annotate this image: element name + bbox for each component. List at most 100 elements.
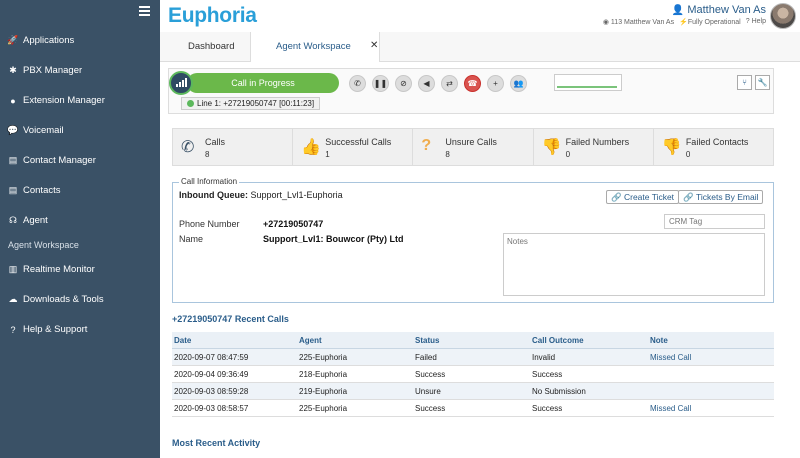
cell-outcome: Invalid xyxy=(532,353,556,362)
cell-note: Missed Call xyxy=(650,353,692,362)
stat-value: 8 xyxy=(205,150,210,159)
sidebar-subitem-agent-workspace[interactable]: Agent Workspace xyxy=(8,240,79,250)
wrench-icon: 🔧 xyxy=(757,78,768,87)
user-menu[interactable]: 👤 Matthew Van As xyxy=(672,4,766,16)
cell-outcome: Success xyxy=(532,404,563,413)
hangup-icon: ☎ xyxy=(467,79,478,88)
dialpad-button[interactable]: ⑂ xyxy=(737,75,752,90)
sidebar: 🚀 Applications ✱ PBX Manager ● Extension… xyxy=(0,0,160,458)
cell-status: Failed xyxy=(415,353,437,362)
call-information-panel: Call Information Inbound Queue: Support_… xyxy=(172,177,774,303)
sidebar-item-pbx-manager[interactable]: ✱ PBX Manager xyxy=(8,65,82,76)
link-icon: 🔗 xyxy=(611,191,622,202)
crm-tag-input[interactable]: CRM Tag xyxy=(664,214,765,229)
cell-date: 2020-09-04 09:36:49 xyxy=(174,370,249,379)
column-header[interactable]: Agent xyxy=(299,336,322,345)
top-header: Euphoria 👤 Matthew Van As ◉ 113 Matthew … xyxy=(160,0,800,32)
rocket-icon: 🚀 xyxy=(7,35,19,45)
phone-number-value: +27219050747 xyxy=(263,219,324,229)
sidebar-item-agent[interactable]: ☊ Agent xyxy=(8,215,48,226)
sidebar-item-label: Realtime Monitor xyxy=(23,264,95,275)
cell-status: Success xyxy=(415,404,446,413)
euphoria-logo[interactable]: Euphoria xyxy=(168,4,257,28)
sidebar-item-help-support[interactable]: ? Help & Support xyxy=(8,324,87,335)
phone-icon: ✆ xyxy=(181,139,195,156)
stat-label: Calls xyxy=(205,137,226,147)
settings-button[interactable]: 🔧 xyxy=(755,75,770,90)
column-header[interactable]: Note xyxy=(650,336,668,345)
sidebar-item-label: Downloads & Tools xyxy=(23,294,104,305)
cell-date: 2020-09-03 08:59:28 xyxy=(174,387,249,396)
account-icon: ◉ xyxy=(602,19,609,26)
cell-outcome: No Submission xyxy=(532,387,586,396)
sidebar-item-label: Extension Manager xyxy=(23,95,105,106)
close-tab-icon[interactable]: ✕ xyxy=(370,40,378,51)
cell-agent: 225-Euphoria xyxy=(299,353,348,362)
stat-successful-calls: 👍 Successful Calls 1 xyxy=(293,129,414,165)
sidebar-item-extension-manager[interactable]: ● Extension Manager xyxy=(8,95,105,106)
help-icon: ? xyxy=(745,18,750,25)
cell-agent: 225-Euphoria xyxy=(299,404,348,413)
call-control-bar: Call in Progress ✆ ❚❚ ⊘ ◀ ⇄ ☎ + 👥 ⑂ 🔧 Li… xyxy=(168,68,774,114)
branch-icon: ⑂ xyxy=(742,78,747,87)
help-link[interactable]: ? Help xyxy=(746,18,766,26)
table-row[interactable]: 2020-09-03 08:59:28 219-Euphoria Unsure … xyxy=(172,383,774,400)
table-row[interactable]: 2020-09-04 09:36:49 218-Euphoria Success… xyxy=(172,366,774,383)
sidebar-item-voicemail[interactable]: 💬 Voicemail xyxy=(7,125,63,136)
stat-failed-numbers: 👎 Failed Numbers 0 xyxy=(534,129,654,165)
phone-icon: ✆ xyxy=(354,79,361,88)
add-call-button[interactable]: + xyxy=(487,75,504,92)
account-info: ◉ 113 Matthew Van As xyxy=(603,18,674,26)
most-recent-activity-title: Most Recent Activity xyxy=(172,438,261,448)
user-name-label: Matthew Van As xyxy=(687,4,766,16)
mute-button[interactable]: ⊘ xyxy=(395,75,412,92)
table-row[interactable]: 2020-09-03 08:58:57 225-Euphoria Success… xyxy=(172,400,774,417)
sidebar-item-downloads-tools[interactable]: ☁ Downloads & Tools xyxy=(8,294,104,305)
transfer-button[interactable]: ⇄ xyxy=(441,75,458,92)
cell-status: Unsure xyxy=(415,387,441,396)
column-header[interactable]: Call Outcome xyxy=(532,336,584,345)
queue-value: Support_Lvl1-Euphoria xyxy=(250,190,343,200)
cell-outcome: Success xyxy=(532,370,563,379)
phone-number-label: Phone Number xyxy=(179,219,240,229)
sidebar-item-contact-manager[interactable]: ▤ Contact Manager xyxy=(8,155,96,166)
avatar[interactable] xyxy=(770,3,796,29)
asterisk-icon: ✱ xyxy=(9,65,17,75)
speaker-icon: ◀ xyxy=(423,79,430,88)
name-value: Support_Lvl1: Bouwcor (Pty) Ltd xyxy=(263,234,404,244)
hamburger-menu-icon[interactable] xyxy=(139,6,150,16)
table-row[interactable]: 2020-09-07 08:47:59 225-Euphoria Failed … xyxy=(172,349,774,366)
signal-strength-icon xyxy=(169,71,193,95)
tickets-by-email-button[interactable]: 🔗 Tickets By Email xyxy=(678,190,764,204)
stat-label: Failed Numbers xyxy=(565,137,630,147)
sidebar-item-realtime-monitor[interactable]: ▥ Realtime Monitor xyxy=(8,264,95,275)
stat-label: Failed Contacts xyxy=(685,137,749,147)
stat-value: 1 xyxy=(325,150,330,159)
active-line-badge[interactable]: Line 1: +27219050747 [00:11:23] xyxy=(181,97,321,110)
thumbs-down-icon: 👎 xyxy=(541,139,562,156)
hold-button[interactable]: ❚❚ xyxy=(372,75,389,92)
volume-button[interactable]: ◀ xyxy=(418,75,435,92)
address-card-icon: ▤ xyxy=(8,155,18,165)
column-header[interactable]: Date xyxy=(174,336,191,345)
phone-button[interactable]: ✆ xyxy=(349,75,366,92)
cell-note: Missed Call xyxy=(650,404,692,413)
hangup-button[interactable]: ☎ xyxy=(464,75,481,92)
bolt-icon: ⚡ xyxy=(679,19,688,26)
cell-agent: 218-Euphoria xyxy=(299,370,348,379)
tab-agent-workspace[interactable]: Agent Workspace xyxy=(276,41,351,52)
sidebar-item-label: Contact Manager xyxy=(23,155,96,166)
conference-button[interactable]: 👥 xyxy=(510,75,527,92)
sidebar-item-label: Applications xyxy=(23,35,75,46)
tab-dashboard[interactable]: Dashboard xyxy=(188,41,234,52)
stat-calls: ✆ Calls 8 xyxy=(173,129,294,165)
sidebar-item-applications[interactable]: 🚀 Applications xyxy=(7,35,75,46)
pause-icon: ❚❚ xyxy=(373,79,388,88)
sidebar-item-contacts[interactable]: ▤ Contacts xyxy=(8,185,61,196)
create-ticket-button[interactable]: 🔗 Create Ticket xyxy=(606,190,680,204)
cell-date: 2020-09-07 08:47:59 xyxy=(174,353,249,362)
notes-textarea[interactable]: Notes xyxy=(503,233,765,296)
column-header[interactable]: Status xyxy=(415,336,439,345)
status-info: ⚡Fully Operational xyxy=(679,18,741,26)
stat-failed-contacts: 👎 Failed Contacts 0 xyxy=(654,129,773,165)
